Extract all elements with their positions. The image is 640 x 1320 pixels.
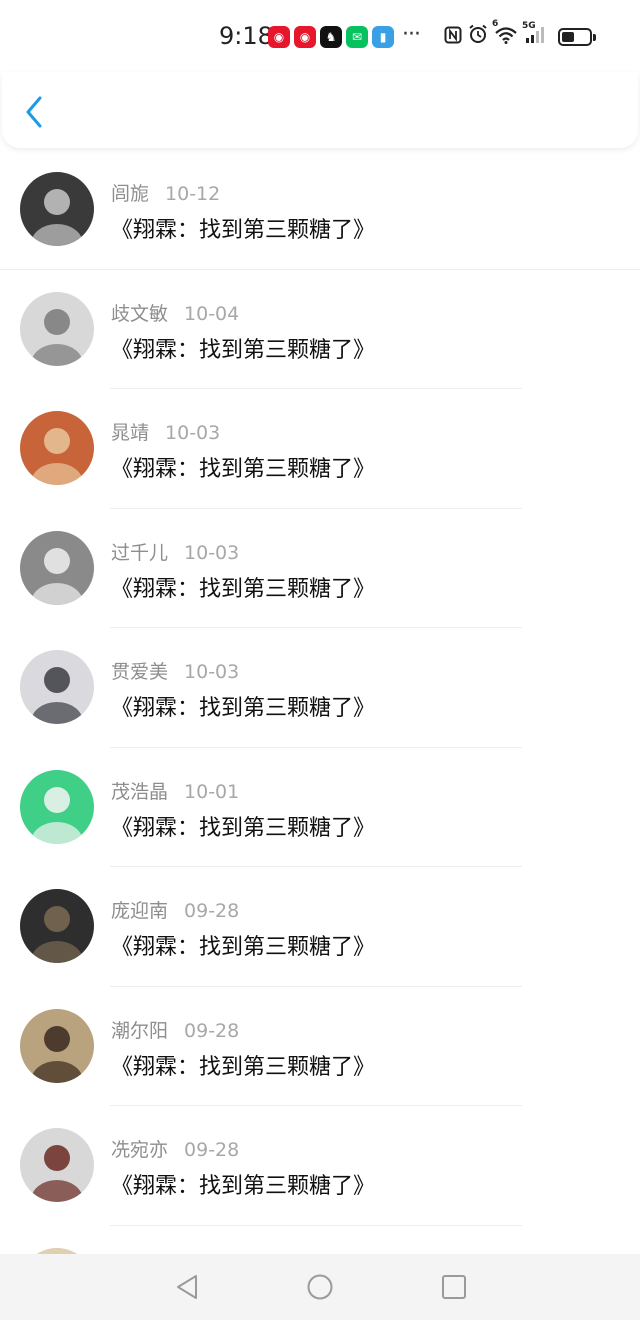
avatar[interactable] — [20, 650, 94, 724]
nav-back-button[interactable] — [172, 1272, 202, 1302]
system-nav-bar — [0, 1254, 640, 1320]
comment-header: 潮尔阳 09-28 — [111, 1016, 239, 1043]
alarm-icon — [468, 24, 488, 49]
comment-text: 《翔霖：找到第三颗糖了》 — [111, 576, 376, 602]
avatar[interactable] — [20, 172, 94, 246]
username[interactable]: 闾旎 — [111, 183, 149, 205]
comment-header: 冼宛亦 09-28 — [111, 1135, 239, 1162]
weibo-icon: ◉ — [294, 26, 316, 48]
status-app-icons: ◉ ◉ ♞ ✉ ▮ — [268, 26, 394, 48]
comment-text: 《翔霖：找到第三颗糖了》 — [111, 218, 376, 243]
username[interactable]: 潮尔阳 — [111, 1020, 168, 1042]
username[interactable]: 贯爱美 — [111, 661, 168, 683]
comment-header: 贯爱美 10-03 — [111, 657, 239, 684]
square-recents-icon — [442, 1275, 466, 1299]
wifi-generation-label: 6 — [492, 18, 499, 29]
comment-header: 歧文敏 10-04 — [111, 299, 239, 326]
more-notifications-icon: ··· — [402, 22, 421, 47]
nfc-icon — [444, 25, 462, 49]
avatar[interactable] — [20, 1008, 94, 1083]
comment-header: 晁靖 10-03 — [111, 418, 220, 445]
username[interactable]: 歧文敏 — [111, 303, 168, 325]
username[interactable]: 庞迎南 — [111, 900, 168, 922]
qq-icon: ♞ — [320, 26, 342, 48]
comment-date: 10-03 — [165, 422, 221, 444]
comment-text: 《翔霖：找到第三颗糖了》 — [111, 337, 376, 363]
username[interactable]: 过千儿 — [111, 542, 168, 564]
status-bar: 9:18 ◉ ◉ ♞ ✉ ▮ ··· 6 5G — [0, 0, 640, 72]
network-type-label: 5G — [522, 20, 536, 31]
comment-list[interactable]: 闾旎 10-12 《翔霖：找到第三颗糖了》 歧文敏 10-04 《翔霖：找到第三颗糖了》晁… — [0, 150, 640, 1254]
avatar[interactable] — [20, 411, 94, 485]
comment-item[interactable]: 潮尔阳 09-28 《翔霖：找到第三颗糖了》 — [0, 987, 640, 1106]
comment-date: 10-03 — [184, 541, 240, 564]
chevron-left-icon — [26, 96, 42, 128]
comment-date: 10-03 — [184, 661, 240, 683]
comment-text: 《翔霖：找到第三颗糖了》 — [111, 696, 376, 721]
comment-date: 10-04 — [184, 302, 240, 325]
circle-home-icon — [307, 1274, 333, 1300]
comment-item[interactable]: 晁靖 10-03 《翔霖：找到第三颗糖了》 — [0, 389, 640, 509]
wechat-icon: ✉ — [346, 26, 368, 48]
battery-icon — [558, 27, 596, 46]
comment-item-partial[interactable] — [0, 1226, 640, 1254]
comment-header: 茂浩晶 10-01 — [111, 777, 239, 804]
comment-date: 09-28 — [184, 900, 240, 922]
username[interactable]: 茂浩晶 — [111, 781, 168, 803]
comment-date: 10-01 — [184, 780, 240, 803]
app-icon: ▮ — [372, 26, 394, 48]
comment-item[interactable]: 庞迎南 09-28 《翔霖：找到第三颗糖了》 — [0, 867, 640, 987]
comment-item[interactable]: 贯爱美 10-03 《翔霖：找到第三颗糖了》 — [0, 628, 640, 748]
comment-text: 《翔霖：找到第三颗糖了》 — [111, 457, 376, 482]
comment-header: 闾旎 10-12 — [111, 179, 220, 206]
wifi-icon: 6 — [492, 19, 518, 49]
comment-header: 过千儿 10-03 — [111, 538, 239, 565]
avatar[interactable] — [20, 291, 94, 366]
comment-header: 庞迎南 09-28 — [111, 896, 239, 923]
nav-recents-button[interactable] — [439, 1272, 469, 1302]
comment-text: 《翔霖：找到第三颗糖了》 — [111, 1054, 376, 1080]
avatar[interactable] — [20, 530, 94, 605]
comment-item[interactable]: 冼宛亦 09-28 《翔霖：找到第三颗糖了》 — [0, 1106, 640, 1226]
comment-text: 《翔霖：找到第三颗糖了》 — [111, 935, 376, 960]
back-button[interactable] — [20, 94, 50, 130]
top-app-bar — [2, 72, 638, 148]
comment-text: 《翔霖：找到第三颗糖了》 — [111, 815, 376, 841]
weibo-icon: ◉ — [268, 26, 290, 48]
comment-date: 09-28 — [184, 1019, 240, 1042]
comment-text: 《翔霖：找到第三颗糖了》 — [111, 1174, 376, 1199]
username[interactable]: 冼宛亦 — [111, 1139, 168, 1161]
comment-item[interactable]: 歧文敏 10-04 《翔霖：找到第三颗糖了》 — [0, 270, 640, 389]
comment-item[interactable]: 茂浩晶 10-01 《翔霖：找到第三颗糖了》 — [0, 748, 640, 867]
avatar[interactable] — [20, 1128, 94, 1202]
username[interactable]: 晁靖 — [111, 422, 149, 444]
comment-date: 09-28 — [184, 1139, 240, 1161]
comment-date: 10-12 — [165, 183, 221, 205]
triangle-back-icon — [177, 1275, 197, 1299]
nav-home-button[interactable] — [305, 1272, 335, 1302]
avatar[interactable] — [20, 769, 94, 844]
avatar[interactable] — [20, 889, 94, 963]
comment-item[interactable]: 过千儿 10-03 《翔霖：找到第三颗糖了》 — [0, 509, 640, 628]
system-icons: 6 5G — [444, 19, 596, 49]
status-time: 9:18 — [219, 22, 273, 50]
comment-item[interactable]: 闾旎 10-12 《翔霖：找到第三颗糖了》 — [0, 150, 640, 270]
signal-icon: 5G — [522, 21, 546, 49]
